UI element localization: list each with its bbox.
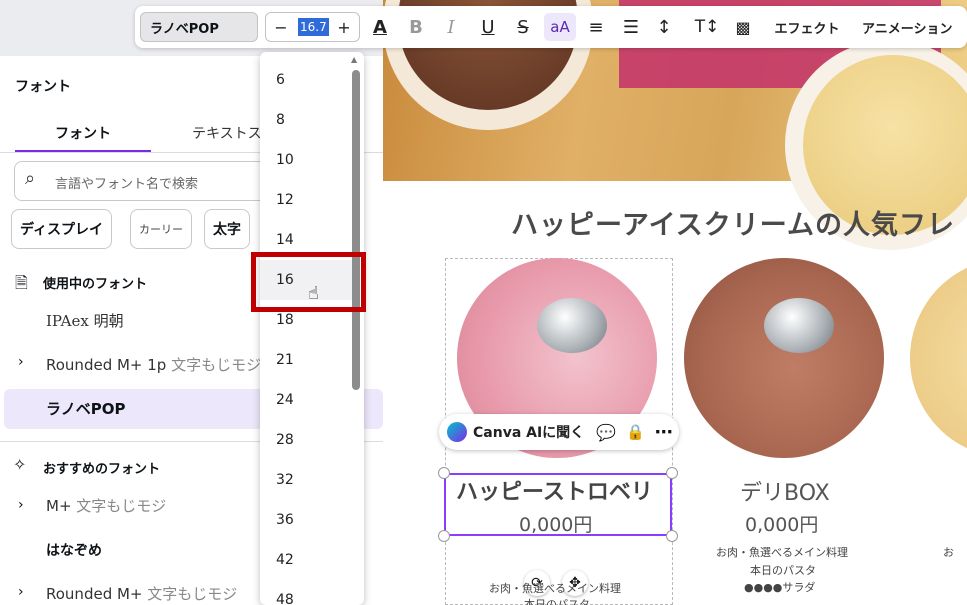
font-item[interactable]: Rounded M+ 1p 文字もじモジ: [46, 354, 261, 375]
resize-handle[interactable]: [438, 530, 450, 542]
font-size-option[interactable]: 36: [260, 500, 352, 540]
font-item-selected-label: ラノベPOP: [46, 400, 126, 418]
effects-button[interactable]: エフェクト: [772, 6, 842, 48]
font-item[interactable]: M+ 文字もじモジ: [46, 495, 166, 516]
ai-context-toolbar: Canva AIに聞く 💬 🔒 ⋯: [439, 414, 679, 450]
lock-icon[interactable]: 🔒: [626, 423, 645, 441]
chip-bold[interactable]: 太字: [204, 209, 250, 249]
scroll-up-icon[interactable]: ▲: [351, 55, 357, 64]
product-price[interactable]: 0,000円: [745, 510, 818, 537]
font-size-option[interactable]: 21: [260, 340, 352, 380]
chip-display[interactable]: ディスプレイ: [11, 209, 113, 249]
animation-button[interactable]: アニメーション: [862, 6, 962, 48]
design-canvas[interactable]: ハッピーアイスクリームの人気フレ Canva AIに聞く 💬 🔒 ⋯ ハッピース…: [383, 0, 967, 605]
tab-font[interactable]: フォント: [55, 123, 111, 143]
product-title[interactable]: ハッピーストロベリ: [456, 474, 653, 506]
tab-text-style[interactable]: テキストス: [192, 123, 262, 143]
transparency-icon[interactable]: ▩: [732, 6, 754, 48]
product-title[interactable]: デリBOX: [740, 475, 830, 507]
letter-spacing-icon[interactable]: ↕: [653, 6, 675, 48]
more-icon[interactable]: ⋯: [655, 422, 673, 443]
scoop-icon: [764, 298, 834, 353]
resize-handle[interactable]: [666, 530, 678, 542]
chocolate-circle-image[interactable]: [684, 258, 884, 458]
increase-size-button[interactable]: +: [334, 6, 354, 48]
chevron-right-icon[interactable]: ›: [18, 497, 24, 513]
dropdown-scrollbar[interactable]: [352, 70, 360, 390]
text-direction-icon[interactable]: T↕: [695, 6, 720, 48]
product-line[interactable]: 本日のパスタ: [750, 562, 816, 578]
text-toolbar: ラノベPOP − 16.7 + A B I U S aA ≡ ☰ ↕ T↕ ▩ …: [135, 6, 967, 48]
bullet-list-icon[interactable]: ☰: [620, 6, 642, 48]
document-icon: 🗎: [15, 273, 28, 292]
resize-handle[interactable]: [438, 467, 450, 479]
font-item[interactable]: IPAex 明朝: [46, 310, 124, 331]
sparkle-icon: ✧: [13, 455, 27, 474]
font-size-option[interactable]: 6: [260, 60, 352, 100]
product-line[interactable]: お肉・魚選べるメイン料理: [716, 544, 848, 560]
font-family-button[interactable]: ラノベPOP: [140, 12, 258, 42]
font-size-input[interactable]: 16.7: [298, 18, 329, 36]
menu-heading[interactable]: ハッピーアイスクリームの人気フレ: [511, 203, 955, 242]
canva-ai-icon: [447, 422, 467, 442]
hand-cursor-icon: ☝: [308, 283, 319, 304]
in-use-heading: 使用中のフォント: [43, 277, 148, 292]
scoop-icon: [537, 298, 607, 353]
search-icon: ⌕: [25, 168, 36, 189]
product-line[interactable]: 本日のパスタ: [524, 596, 590, 605]
font-size-dropdown: 6 8 10 12 14 16 18 21 24 28 32 36 42 48 ▲: [260, 52, 364, 605]
decrease-size-button[interactable]: −: [270, 6, 292, 48]
chevron-right-icon[interactable]: ›: [18, 354, 24, 370]
strikethrough-icon[interactable]: S: [512, 6, 534, 48]
font-size-option[interactable]: 24: [260, 380, 352, 420]
comment-add-icon[interactable]: 💬: [596, 423, 616, 442]
font-size-option[interactable]: 32: [260, 460, 352, 500]
font-item[interactable]: Rounded M+ 文字もじモジ: [46, 583, 237, 604]
font-size-option[interactable]: 10: [260, 140, 352, 180]
text-color-icon[interactable]: A: [368, 6, 392, 48]
ask-canva-ai-button[interactable]: Canva AIに聞く: [473, 422, 584, 442]
product-line[interactable]: お: [943, 544, 954, 560]
panel-title: フォント: [15, 79, 71, 95]
product-line[interactable]: ●●●●サラダ: [744, 579, 815, 595]
product-line[interactable]: お肉・魚選べるメイン料理: [489, 580, 621, 596]
chevron-right-icon[interactable]: ›: [18, 584, 24, 600]
product-price[interactable]: 0,000円: [519, 510, 592, 537]
resize-handle[interactable]: [666, 467, 678, 479]
font-size-option[interactable]: 48: [260, 580, 352, 605]
search-placeholder: 言語やフォント名で検索: [55, 177, 199, 192]
font-item[interactable]: はなぞめ: [46, 540, 102, 560]
italic-icon[interactable]: I: [440, 6, 462, 48]
chip-curly[interactable]: カーリー: [130, 209, 192, 249]
recommended-heading: おすすめのフォント: [43, 462, 161, 477]
font-size-option[interactable]: 8: [260, 100, 352, 140]
font-size-option[interactable]: 12: [260, 180, 352, 220]
letter-case-button[interactable]: aA: [544, 13, 576, 41]
font-search-input[interactable]: ⌕ 言語やフォント名で検索: [14, 161, 274, 201]
vanilla-circle-image[interactable]: [910, 258, 967, 458]
font-size-option[interactable]: 42: [260, 540, 352, 580]
bold-icon[interactable]: B: [405, 6, 427, 48]
font-size-option[interactable]: 28: [260, 420, 352, 460]
underline-icon[interactable]: U: [477, 6, 499, 48]
align-center-icon[interactable]: ≡: [585, 6, 607, 48]
